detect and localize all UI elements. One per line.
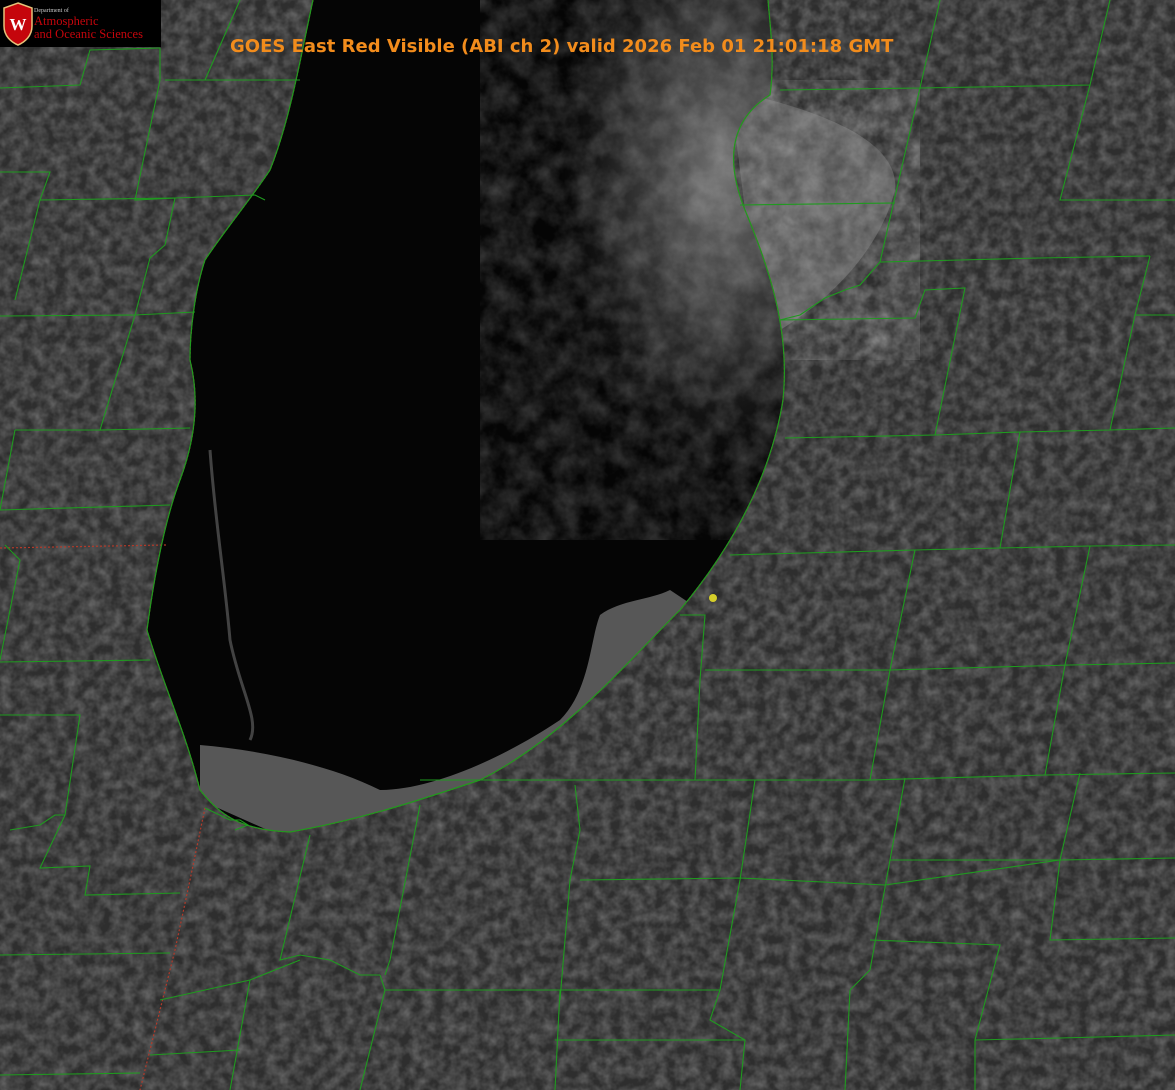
satellite-map xyxy=(0,0,1175,1090)
logo-text: Department of Atmospheric and Oceanic Sc… xyxy=(34,8,143,40)
logo-line-1: Atmospheric xyxy=(34,14,99,28)
station-marker-icon[interactable] xyxy=(709,594,717,602)
image-title: GOES East Red Visible (ABI ch 2) valid 2… xyxy=(230,36,894,57)
cloud-cells-texture xyxy=(480,0,785,540)
uw-crest-icon: W xyxy=(3,2,33,46)
crest-letter: W xyxy=(10,15,27,34)
uw-aos-logo[interactable]: W Department of Atmospheric and Oceanic … xyxy=(0,0,161,47)
logo-line-2: and Oceanic Sciences xyxy=(34,26,143,41)
